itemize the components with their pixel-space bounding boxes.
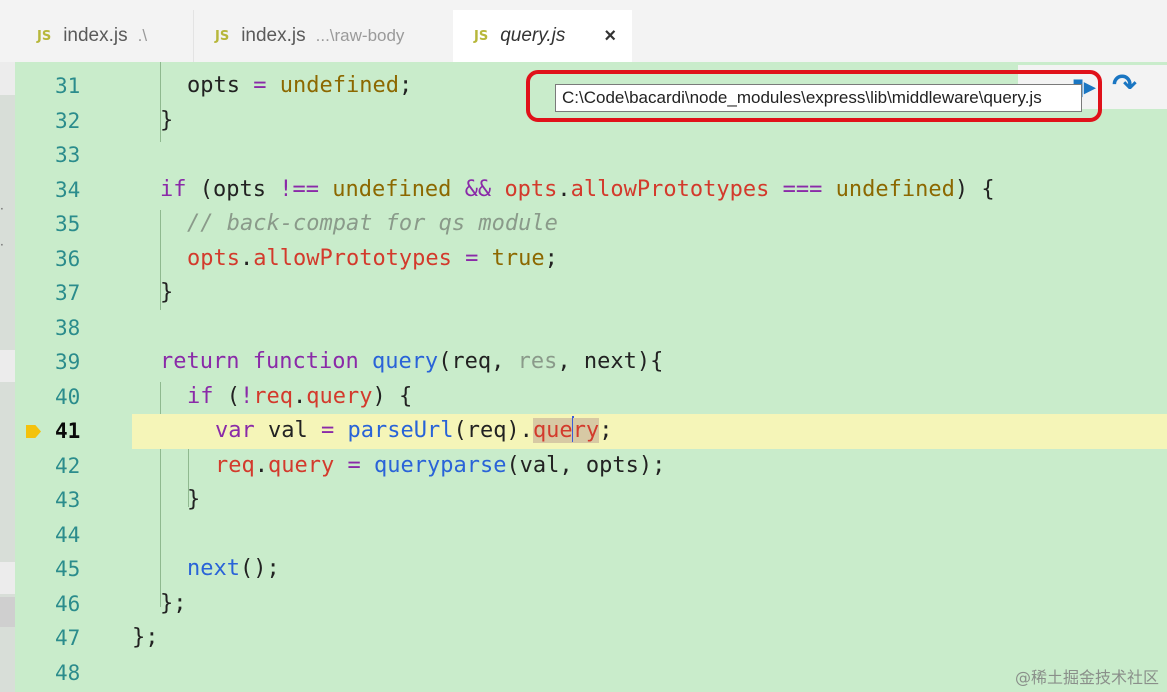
- code-text: next();: [187, 556, 280, 581]
- line-number: 44: [55, 522, 81, 547]
- more-icon[interactable]: ·: [0, 238, 4, 252]
- code-line: 33: [15, 138, 1167, 173]
- watermark: @稀土掘金技术社区: [1014, 668, 1159, 687]
- activity-strip: · ·: [0, 62, 15, 692]
- line-number: 38: [55, 315, 81, 340]
- line-number: 43: [55, 488, 81, 512]
- line-number: 45: [55, 557, 81, 581]
- code-editor[interactable]: 31 opts = undefined; 32 } 33 34 if (opts…: [15, 62, 1167, 692]
- code-line: 47 };: [15, 621, 1167, 656]
- code-text: if (!req.query) {: [187, 383, 413, 409]
- code-text: opts = undefined;: [187, 73, 413, 98]
- line-number: 33: [55, 143, 81, 167]
- line-number: 48: [55, 660, 81, 685]
- tab-index-js-root[interactable]: JS index.js .\: [0, 10, 194, 62]
- code-line: 34 if (opts !== undefined && opts.allowP…: [15, 173, 1167, 208]
- tab-label: query.js: [500, 25, 566, 46]
- code-line: 43 }: [15, 483, 1167, 518]
- tab-path: ...\raw-body: [315, 26, 405, 45]
- step-over-icon[interactable]: ↷: [1112, 68, 1137, 103]
- code-line: 37 }: [15, 276, 1167, 311]
- tab-query-js[interactable]: JS query.js ×: [453, 10, 632, 62]
- line-number: 41: [55, 419, 81, 443]
- more-icon[interactable]: ·: [0, 202, 4, 216]
- code-line: 45 next();: [15, 552, 1167, 587]
- code-line: 42 req.query = queryparse(val, opts);: [15, 449, 1167, 484]
- code-text: req.query = queryparse(val, opts);: [215, 452, 666, 478]
- js-file-icon: JS: [215, 28, 230, 44]
- line-number: 31: [55, 74, 81, 98]
- code-text: };: [160, 590, 187, 616]
- tab-bar: JS index.js .\ JS index.js ...\raw-body …: [0, 0, 1167, 62]
- code-text: opts.allowPrototypes = true;: [187, 245, 558, 271]
- code-comment: // back-compat for qs module: [187, 211, 558, 236]
- code-line: 44: [15, 518, 1167, 553]
- line-number: 32: [55, 108, 81, 133]
- line-number: 37: [55, 281, 81, 305]
- strip-block: [0, 62, 15, 95]
- code-line: 38: [15, 311, 1167, 346]
- line-number: 36: [55, 246, 81, 271]
- strip-block: [0, 597, 15, 627]
- js-file-icon: JS: [474, 28, 489, 44]
- line-number: 40: [55, 384, 81, 409]
- current-line: 41 var val = parseUrl(req).query;: [15, 414, 1167, 449]
- code-text: return function query(req, res, next){: [160, 349, 664, 374]
- code-line: 46 };: [15, 587, 1167, 622]
- js-file-icon: JS: [37, 28, 52, 44]
- code-text: }: [160, 107, 174, 133]
- code-text: }: [160, 280, 174, 305]
- code-text: }: [187, 487, 201, 512]
- line-number: 46: [55, 591, 81, 616]
- strip-block: [0, 350, 15, 382]
- line-number: 35: [55, 212, 81, 236]
- code-line: 48: [15, 656, 1167, 691]
- tab-index-js-raw-body[interactable]: JS index.js ...\raw-body: [195, 10, 453, 62]
- code-text: var val = parseUrl(req).query;: [215, 416, 613, 443]
- tab-path: .\: [137, 26, 148, 45]
- code-line: 35 // back-compat for qs module: [15, 207, 1167, 242]
- breakpoint-arrow-icon[interactable]: [26, 425, 41, 438]
- code-line: 40 if (!req.query) {: [15, 380, 1167, 415]
- line-number: 47: [55, 626, 81, 650]
- line-number: 42: [55, 453, 81, 478]
- annotation-ring: [526, 70, 1102, 122]
- code-line: 36 opts.allowPrototypes = true;: [15, 242, 1167, 277]
- close-icon[interactable]: ×: [604, 25, 616, 48]
- line-number: 39: [55, 350, 81, 374]
- strip-block: [0, 562, 15, 594]
- tab-label: index.js: [63, 25, 128, 46]
- tab-label: index.js: [241, 25, 306, 46]
- code-text: };: [132, 625, 159, 650]
- code-line: 39 return function query(req, res, next)…: [15, 345, 1167, 380]
- line-number: 34: [55, 177, 81, 202]
- code-text: if (opts !== undefined && opts.allowProt…: [160, 176, 995, 202]
